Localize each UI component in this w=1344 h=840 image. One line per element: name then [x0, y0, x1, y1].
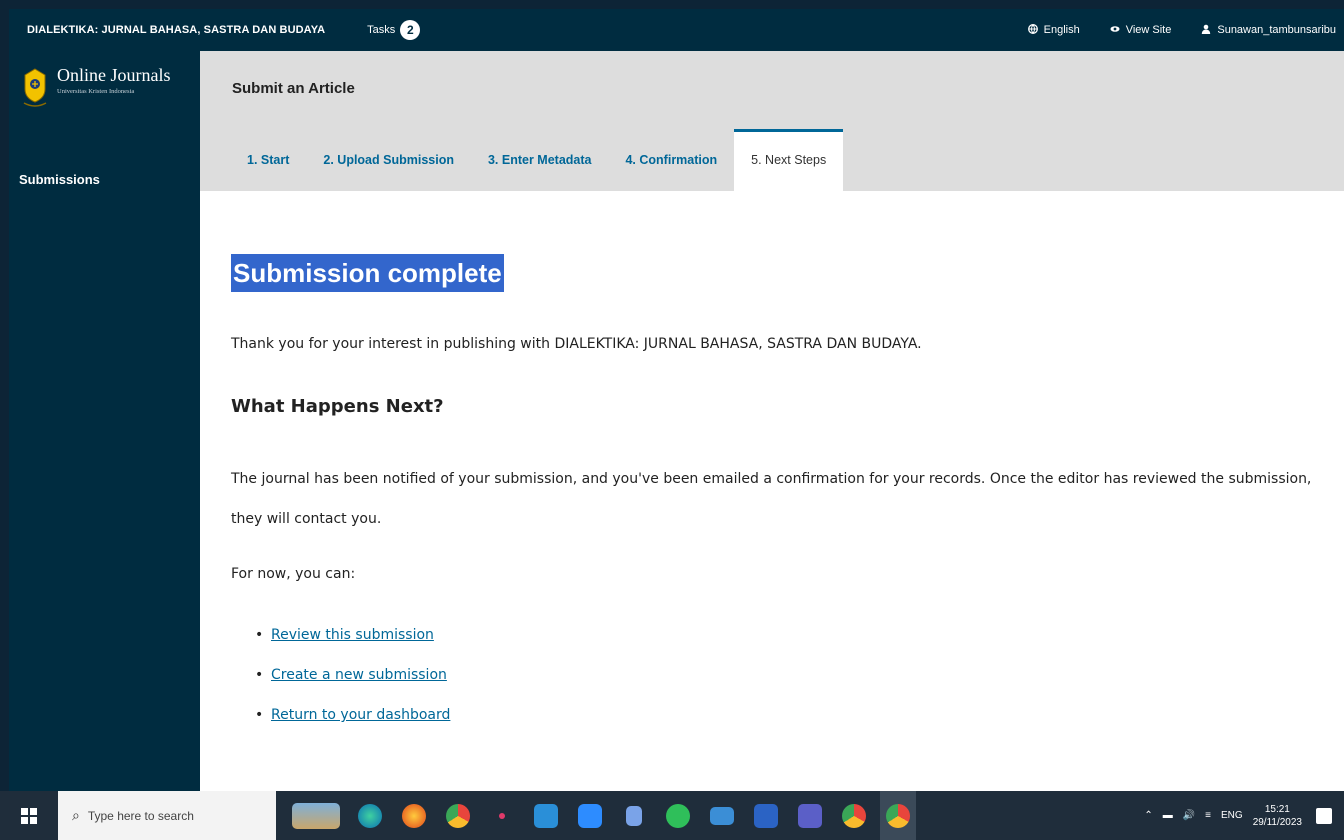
taskbar-app-chrome[interactable]	[440, 791, 476, 840]
bullet: •	[255, 667, 264, 683]
top-navigation-bar: DIALEKTIKA: JURNAL BAHASA, SASTRA DAN BU…	[9, 9, 1344, 51]
network-icon[interactable]: ≡	[1205, 810, 1211, 821]
what-happens-next-heading: What Happens Next?	[231, 396, 444, 417]
taskbar-app-misc[interactable]	[616, 791, 652, 840]
notification-text: The journal has been notified of your su…	[231, 471, 1312, 527]
brand-title: Online Journals	[57, 65, 171, 85]
taskbar-clock[interactable]: 15:21 29/11/2023	[1253, 803, 1302, 829]
for-now-text: For now, you can:	[231, 566, 356, 582]
tasks-count-badge: 2	[400, 20, 421, 40]
whatsapp-icon	[666, 803, 690, 828]
username-label: Sunawan_tambunsaribu	[1217, 24, 1336, 36]
sidebar-item-submissions[interactable]: Submissions	[19, 172, 100, 187]
notification-center-icon[interactable]	[1316, 807, 1332, 824]
teams-icon	[798, 803, 822, 828]
system-tray: ⌃ ▬ 🔊 ≡ ENG 15:21 29/11/2023	[1144, 803, 1344, 829]
bullet: •	[255, 627, 264, 643]
create-new-submission-link[interactable]: Create a new submission	[271, 667, 447, 683]
taskbar-app-teams[interactable]	[792, 791, 828, 840]
taskbar-app-file-explorer[interactable]	[528, 791, 564, 840]
edge-icon	[358, 803, 382, 828]
search-placeholder: Type here to search	[87, 808, 194, 823]
battery-icon[interactable]: ▬	[1163, 810, 1173, 821]
taskbar-app-firefox[interactable]	[396, 791, 432, 840]
chrome-icon	[446, 803, 470, 828]
brand-logo-link[interactable]: Online Journals Universitas Kristen Indo…	[21, 65, 170, 109]
eye-icon	[1110, 24, 1120, 37]
windows-taskbar: ⌕ Type here to search ⌃ ▬ 🔊 ≡ ENG 15:21 …	[0, 791, 1344, 840]
taskbar-app-word[interactable]	[748, 791, 784, 840]
tab-enter-metadata[interactable]: 3. Enter Metadata	[471, 129, 609, 191]
taskbar-app-chrome-2[interactable]	[836, 791, 872, 840]
thank-you-text: Thank you for your interest in publishin…	[231, 336, 922, 352]
list-item: • Return to your dashboard	[255, 701, 450, 741]
tab-upload-submission[interactable]: 2. Upload Submission	[306, 129, 471, 191]
taskbar-app-edge[interactable]	[352, 791, 388, 840]
tab-start[interactable]: 1. Start	[230, 129, 306, 191]
folder-icon	[534, 803, 558, 828]
language-button[interactable]: English	[1027, 23, 1080, 37]
view-site-link[interactable]: View Site	[1110, 24, 1172, 37]
start-button[interactable]	[0, 791, 58, 840]
page-title: Submit an Article	[232, 80, 355, 97]
topbar-user-menu: English View Site Sunawan_tambunsaribu	[1027, 23, 1344, 37]
tab-confirmation[interactable]: 4. Confirmation	[608, 129, 734, 191]
window-frame-left	[0, 0, 9, 840]
chrome-icon	[886, 803, 910, 828]
review-submission-link[interactable]: Review this submission	[271, 627, 434, 643]
brand-subtitle: Universitas Kristen Indonesia	[57, 88, 135, 95]
tab-next-steps[interactable]: 5. Next Steps	[734, 129, 844, 191]
user-icon	[1201, 24, 1211, 37]
clock-time: 15:21	[1264, 803, 1290, 815]
city-widget-icon	[292, 802, 340, 829]
window-frame-top	[0, 0, 1344, 9]
clock-date: 29/11/2023	[1252, 816, 1302, 828]
app-icon	[626, 805, 642, 826]
list-item: • Create a new submission	[255, 661, 450, 701]
taskbar-app-mail[interactable]	[704, 791, 740, 840]
bullet: •	[255, 707, 264, 723]
user-profile-button[interactable]: Sunawan_tambunsaribu	[1201, 24, 1336, 37]
taskbar-app-dot[interactable]	[484, 791, 520, 840]
language-label: English	[1043, 24, 1080, 36]
next-actions-list: • Review this submission • Create a new su…	[255, 621, 450, 741]
taskbar-app-chrome-active[interactable]	[880, 791, 916, 840]
globe-icon	[1027, 23, 1038, 37]
chrome-icon	[842, 803, 866, 828]
journal-name-link[interactable]: DIALEKTIKA: JURNAL BAHASA, SASTRA DAN BU…	[27, 24, 325, 36]
windows-logo-icon	[21, 807, 37, 824]
taskbar-widget-button[interactable]	[288, 791, 344, 840]
sidebar: Online Journals Universitas Kristen Indo…	[9, 51, 200, 791]
view-site-label: View Site	[1125, 24, 1172, 36]
zoom-icon	[578, 803, 602, 828]
return-to-dashboard-link[interactable]: Return to your dashboard	[271, 707, 450, 723]
volume-icon[interactable]: 🔊	[1183, 810, 1195, 821]
mail-icon	[710, 806, 734, 825]
taskbar-search-box[interactable]: ⌕ Type here to search	[58, 791, 276, 840]
firefox-icon	[402, 803, 426, 828]
tasks-label: Tasks	[367, 24, 396, 36]
input-language-indicator[interactable]: ENG	[1221, 810, 1243, 821]
university-seal-logo	[23, 68, 47, 107]
word-icon	[754, 803, 778, 828]
submission-steps-tabs: 1. Start 2. Upload Submission 3. Enter M…	[230, 129, 844, 191]
chevron-up-icon[interactable]: ⌃	[1144, 810, 1152, 821]
list-item: • Review this submission	[255, 621, 450, 661]
app-dot-icon	[499, 812, 505, 819]
tasks-button[interactable]: Tasks 2	[367, 20, 421, 40]
page-header: Submit an Article 1. Start 2. Upload Sub…	[200, 51, 1344, 191]
search-icon: ⌕	[72, 807, 80, 823]
taskbar-app-whatsapp[interactable]	[660, 791, 696, 840]
taskbar-app-zoom[interactable]	[572, 791, 608, 840]
submission-complete-heading: Submission complete	[231, 254, 504, 292]
